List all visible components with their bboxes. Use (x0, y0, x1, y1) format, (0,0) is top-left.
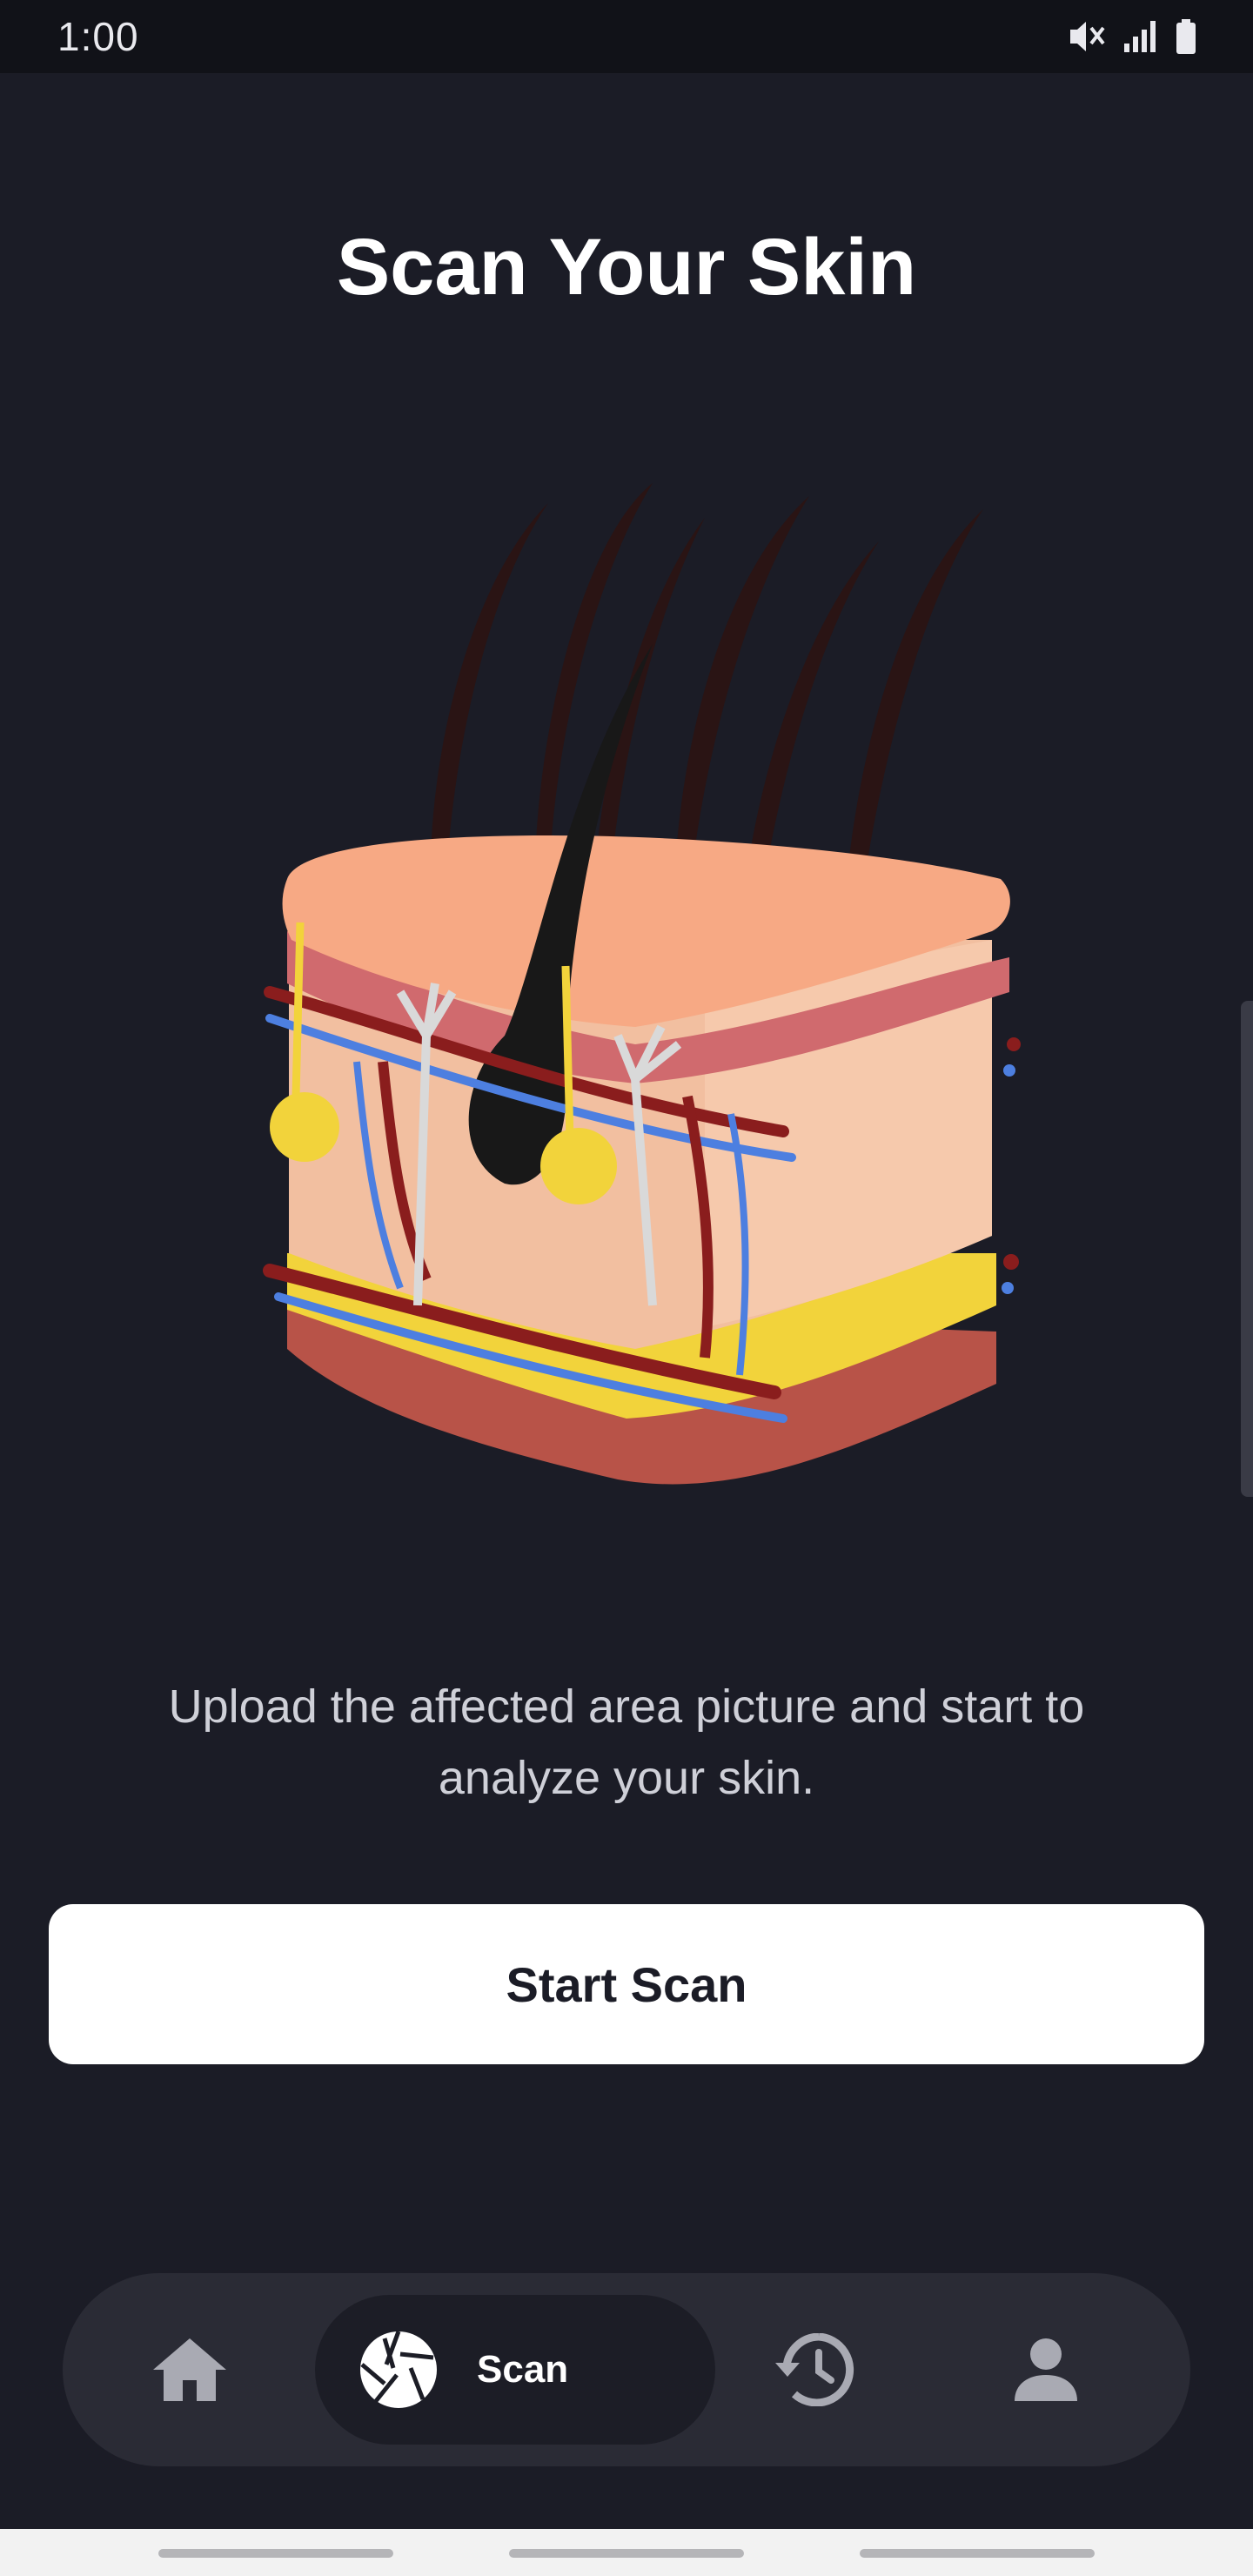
bottom-nav: Scan (63, 2273, 1190, 2466)
system-nav-recents[interactable] (158, 2549, 393, 2558)
home-icon (153, 2338, 226, 2401)
side-scroll-handle[interactable] (1241, 1001, 1253, 1497)
status-icons (1067, 17, 1197, 56)
camera-shutter-icon (360, 2331, 437, 2408)
system-nav-back[interactable] (860, 2549, 1095, 2558)
battery-icon (1176, 19, 1196, 54)
signal-icon (1124, 21, 1156, 52)
status-time: 1:00 (57, 14, 139, 59)
status-bar: 1:00 (0, 0, 1253, 73)
person-icon (1015, 2338, 1077, 2401)
nav-home[interactable] (137, 2273, 242, 2466)
scan-description: Upload the affected area picture and sta… (168, 1680, 1085, 1804)
nav-scan[interactable]: Scan (315, 2295, 715, 2445)
nav-scan-label: Scan (477, 2348, 569, 2391)
mute-icon (1070, 22, 1105, 51)
nav-history[interactable] (759, 2273, 872, 2466)
nav-profile[interactable] (994, 2273, 1098, 2466)
start-scan-button[interactable]: Start Scan (49, 1904, 1204, 2064)
skin-layers-illustration (263, 483, 1021, 1485)
system-nav-home[interactable] (509, 2549, 744, 2558)
page-title: Scan Your Skin (336, 223, 917, 312)
history-icon (775, 2333, 854, 2406)
